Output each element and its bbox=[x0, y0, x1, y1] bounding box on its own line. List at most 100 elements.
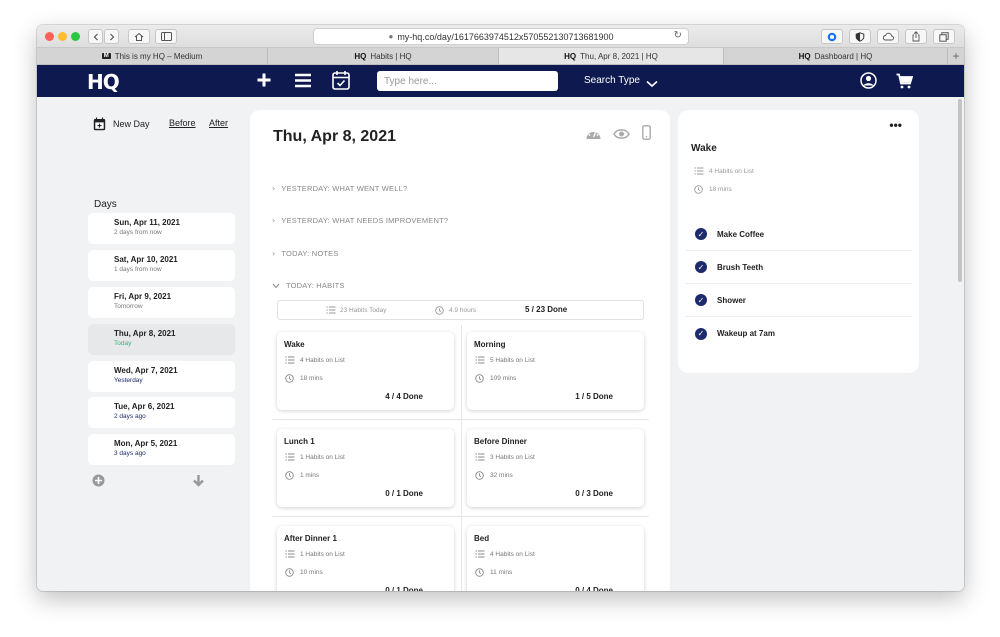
habit-item-label: Make Coffee bbox=[717, 229, 765, 239]
password-manager-icon bbox=[827, 32, 837, 41]
before-link[interactable]: Before bbox=[169, 118, 196, 128]
profile-button[interactable] bbox=[860, 72, 877, 94]
section-habits[interactable]: TODAY: HABITS bbox=[272, 281, 345, 290]
tab-current-day[interactable]: HQ Thu, Apr 8, 2021 | HQ bbox=[499, 48, 724, 64]
load-more-button[interactable] bbox=[192, 474, 205, 492]
mobile-view-button[interactable] bbox=[642, 125, 651, 145]
clock-icon bbox=[285, 471, 294, 480]
minimize-window-button[interactable] bbox=[58, 32, 67, 41]
preview-button[interactable] bbox=[613, 127, 630, 145]
zoom-window-button[interactable] bbox=[71, 32, 80, 41]
scrollbar-thumb[interactable] bbox=[958, 99, 962, 282]
list-icon bbox=[475, 550, 485, 558]
address-bar[interactable]: ● my-hq.co/day/1617663974512x57055213071… bbox=[313, 28, 689, 45]
tab-dashboard[interactable]: HQ Dashboard | HQ bbox=[724, 48, 948, 64]
reload-icon[interactable]: ↻ bbox=[674, 30, 682, 41]
habit-list-count-label: 1 Habits on List bbox=[300, 550, 345, 558]
tab-medium[interactable]: M This is my HQ – Medium bbox=[37, 48, 268, 64]
habit-item[interactable]: ✓ Shower bbox=[686, 284, 912, 317]
day-date: Sun, Apr 11, 2021 bbox=[114, 218, 180, 227]
habit-item[interactable]: ✓ Brush Teeth bbox=[686, 251, 912, 284]
eye-icon bbox=[613, 129, 630, 139]
habit-item[interactable]: ✓ Wakeup at 7am bbox=[686, 317, 912, 350]
habit-list-card[interactable]: Wake 4 Habits on List 18 mins 4 / 4 Done bbox=[277, 332, 454, 410]
plus-icon bbox=[257, 73, 271, 87]
after-link[interactable]: After bbox=[209, 118, 228, 128]
calendar-button[interactable] bbox=[332, 70, 350, 95]
close-window-button[interactable] bbox=[45, 32, 54, 41]
habit-list-time-label: 10 mins bbox=[300, 569, 323, 576]
privacy-extension-button[interactable] bbox=[849, 29, 871, 44]
habit-list-card[interactable]: Lunch 1 1 Habits on List 1 mins 0 / 1 Done bbox=[277, 429, 454, 507]
section-notes[interactable]: › TODAY: NOTES bbox=[272, 249, 339, 258]
add-button[interactable] bbox=[256, 72, 272, 93]
habit-list-time-label: 109 mins bbox=[490, 375, 517, 382]
checkmark-icon[interactable]: ✓ bbox=[695, 294, 707, 306]
day-item[interactable]: Sat, Apr 10, 2021 1 days from now bbox=[88, 250, 235, 281]
show-tabs-button[interactable] bbox=[933, 29, 955, 44]
habit-list-time-label: 11 mins bbox=[490, 569, 513, 576]
share-button[interactable] bbox=[905, 29, 927, 44]
habit-list-card[interactable]: After Dinner 1 1 Habits on List 10 mins 0 /… bbox=[277, 526, 454, 591]
new-day-button[interactable]: New Day bbox=[93, 117, 150, 131]
day-date: Sat, Apr 10, 2021 bbox=[114, 255, 178, 264]
habit-list-title: Morning bbox=[474, 340, 506, 349]
checkmark-icon[interactable]: ✓ bbox=[695, 261, 707, 273]
day-item[interactable]: Sun, Apr 11, 2021 2 days from now bbox=[88, 213, 235, 244]
habits-count: 23 Habits Today bbox=[326, 306, 387, 314]
day-item[interactable]: Fri, Apr 9, 2021 Tomorrow bbox=[88, 287, 235, 318]
search-type-label: Search Type bbox=[584, 75, 640, 86]
search-type-dropdown[interactable]: Search Type bbox=[584, 75, 640, 86]
checkmark-icon[interactable]: ✓ bbox=[695, 327, 707, 340]
tab-habits[interactable]: HQ Habits | HQ bbox=[268, 48, 499, 64]
habit-list-time: 10 mins bbox=[285, 568, 323, 577]
hq-favicon-icon: HQ bbox=[354, 51, 367, 61]
hq-logo[interactable]: HQ bbox=[87, 70, 120, 94]
total-time-label: 4.9 hours bbox=[449, 307, 477, 314]
checkmark-icon[interactable]: ✓ bbox=[695, 228, 707, 240]
habit-list-title: Wake bbox=[691, 143, 717, 154]
dashboard-view-button[interactable] bbox=[585, 126, 602, 146]
tab-label: Habits | HQ bbox=[370, 51, 412, 61]
habits-done-count: 5 / 23 Done bbox=[525, 305, 568, 314]
more-options-icon[interactable]: ••• bbox=[889, 118, 902, 132]
section-needs-improvement[interactable]: › YESTERDAY: WHAT NEEDS IMPROVEMENT? bbox=[272, 216, 448, 225]
days-heading: Days bbox=[94, 199, 117, 210]
sidebar-toggle-button[interactable] bbox=[155, 29, 177, 44]
cart-button[interactable] bbox=[896, 73, 914, 94]
chevron-right-icon: › bbox=[272, 184, 276, 193]
habit-list-time: 1 mins bbox=[285, 471, 319, 480]
page-scrollbar[interactable] bbox=[957, 97, 964, 591]
day-relative: Today bbox=[114, 340, 132, 347]
day-item[interactable]: Tue, Apr 6, 2021 2 days ago bbox=[88, 397, 235, 428]
clock-icon bbox=[475, 374, 484, 383]
habit-list-done: 0 / 1 Done bbox=[385, 586, 423, 591]
search-type-toggle[interactable] bbox=[646, 75, 658, 93]
habit-list-card[interactable]: Bed 4 Habits on List 11 mins 0 / 4 Done bbox=[467, 526, 644, 591]
tabs-overview-icon bbox=[939, 31, 949, 42]
day-item[interactable]: Wed, Apr 7, 2021 Yesterday bbox=[88, 361, 235, 392]
habit-list-count-label: 4 Habits on List bbox=[300, 356, 345, 364]
cloud-extension-button[interactable] bbox=[877, 29, 899, 44]
habit-list-count: 1 Habits on List bbox=[285, 453, 345, 461]
day-item-selected[interactable]: Thu, Apr 8, 2021 Today bbox=[88, 324, 235, 355]
habit-list-card[interactable]: Before Dinner 3 Habits on List 32 mins 0 / … bbox=[467, 429, 644, 507]
day-item[interactable]: Mon, Apr 5, 2021 3 days ago bbox=[88, 434, 235, 465]
list-icon bbox=[285, 356, 295, 364]
home-button[interactable] bbox=[128, 29, 150, 44]
forward-button[interactable] bbox=[104, 29, 119, 44]
back-button[interactable] bbox=[88, 29, 103, 44]
habit-list-card[interactable]: Morning 5 Habits on List 109 mins 1 / 5 Don… bbox=[467, 332, 644, 410]
habit-list-count: 4 Habits on List bbox=[475, 550, 535, 558]
password-extension-button[interactable] bbox=[821, 29, 843, 44]
habit-item[interactable]: ✓ Make Coffee bbox=[686, 218, 912, 251]
search-input[interactable] bbox=[377, 71, 558, 91]
add-day-button[interactable] bbox=[92, 474, 105, 492]
section-went-well[interactable]: › YESTERDAY: WHAT WENT WELL? bbox=[272, 184, 407, 193]
habit-item-label: Wakeup at 7am bbox=[717, 329, 775, 338]
new-tab-button[interactable]: + bbox=[948, 48, 964, 64]
habit-list-count-label: 5 Habits on List bbox=[490, 356, 535, 364]
menu-button[interactable] bbox=[294, 73, 312, 93]
chevron-left-icon bbox=[93, 33, 98, 40]
home-icon bbox=[134, 32, 144, 41]
